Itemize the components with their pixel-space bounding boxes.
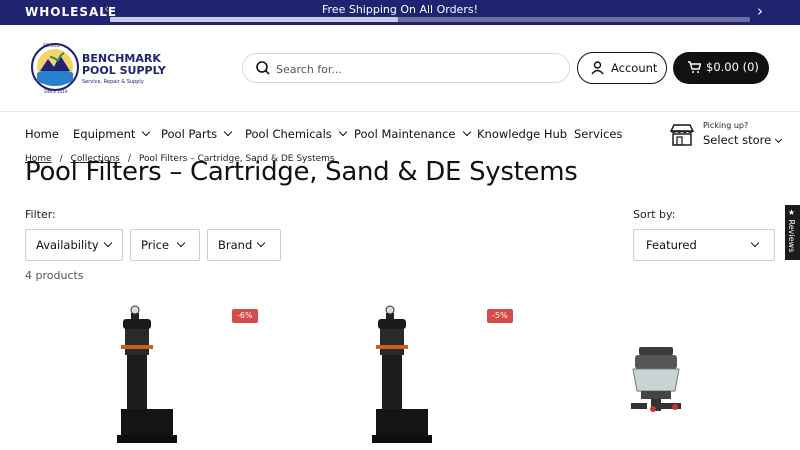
chevron-down-icon <box>142 127 151 137</box>
nav-item-equipment[interactable]: Equipment <box>73 127 151 141</box>
chevron-down-icon <box>750 238 760 248</box>
availability-filter[interactable]: Availability <box>25 229 123 261</box>
announcement-bar: WHOLESALE Free Shipping On All Orders! ‹… <box>0 0 800 25</box>
account-button[interactable]: Account <box>577 52 667 84</box>
reviews-tab[interactable]: ★ Reviews <box>785 205 800 260</box>
product-image[interactable] <box>535 301 775 447</box>
nav-item-pool-parts[interactable]: Pool Parts <box>161 127 233 141</box>
chevron-down-icon <box>223 127 233 137</box>
nav-label: Pool Parts <box>161 127 218 141</box>
nav-label: Knowledge Hub <box>477 127 568 141</box>
nav-label: Equipment <box>73 127 136 141</box>
nav-label: Pool Maintenance <box>354 127 456 141</box>
nav-label: Services <box>574 127 623 141</box>
cart-button[interactable]: $0.00 (0) <box>673 52 769 84</box>
announcement-progress-fill <box>110 17 398 22</box>
chevron-down-icon <box>338 127 348 137</box>
search-bar <box>242 53 570 83</box>
brand-logo[interactable]: BENCHMARK POOL SUPPLY Service, Repair & … <box>30 37 170 99</box>
sort-select[interactable]: Featured <box>633 229 775 261</box>
nav-label: Pool Chemicals <box>245 127 332 141</box>
availability-filter-label: Availability <box>36 238 99 252</box>
sort-label: Sort by: <box>633 208 676 221</box>
site-header: BENCHMARK POOL SUPPLY Service, Repair & … <box>0 25 800 112</box>
main-nav: Home Equipment Pool Parts Pool Chemicals… <box>0 112 800 156</box>
nav-item-home[interactable]: Home <box>25 127 59 141</box>
cart-total: $0.00 (0) <box>706 60 759 74</box>
svg-text:SERVICE: SERVICE <box>43 43 60 48</box>
svg-text:Service, Repair & Supply: Service, Repair & Supply <box>82 79 144 85</box>
store-selector[interactable]: Picking up? Select store <box>669 120 789 150</box>
product-card[interactable]: -6% <box>25 301 265 447</box>
cart-icon <box>688 61 701 73</box>
chevron-down-icon <box>775 135 783 144</box>
announcement-message: Free Shipping On All Orders! <box>322 3 478 16</box>
product-image[interactable] <box>280 301 520 447</box>
store-select-label: Select store <box>703 133 783 147</box>
brand-filter-label: Brand <box>218 238 253 252</box>
product-card[interactable] <box>535 301 775 447</box>
chevron-down-icon <box>462 127 471 137</box>
product-count: 4 products <box>25 269 84 282</box>
brand-filter[interactable]: Brand <box>207 229 281 261</box>
price-filter[interactable]: Price <box>130 229 200 261</box>
nav-item-pool-chemicals[interactable]: Pool Chemicals <box>245 127 348 141</box>
nav-label: Home <box>25 127 59 141</box>
svg-text:POOL SUPPLY: POOL SUPPLY <box>82 64 167 77</box>
announcement-progress <box>110 17 750 22</box>
sort-value: Featured <box>646 238 697 252</box>
svg-text:SINCE 2019: SINCE 2019 <box>44 89 68 94</box>
search-input[interactable] <box>276 59 556 79</box>
product-card[interactable]: -5% <box>280 301 520 447</box>
nav-item-knowledge-hub[interactable]: Knowledge Hub <box>477 127 567 141</box>
announcement-next-icon[interactable]: › <box>757 2 763 20</box>
filter-label: Filter: <box>25 208 56 221</box>
account-label: Account <box>611 61 658 75</box>
user-icon <box>591 61 604 75</box>
nav-item-pool-maintenance[interactable]: Pool Maintenance <box>354 127 471 141</box>
search-icon[interactable] <box>255 60 271 76</box>
nav-item-services[interactable]: Services <box>574 127 623 141</box>
chevron-down-icon <box>103 238 113 248</box>
discount-badge: -5% <box>487 309 513 323</box>
product-image[interactable] <box>25 301 265 447</box>
reviews-tab-label: ★ Reviews <box>787 208 796 253</box>
page-title: Pool Filters – Cartridge, Sand & DE Syst… <box>25 157 578 187</box>
announcement-prev-icon[interactable]: ‹ <box>104 2 109 17</box>
store-select-text: Select store <box>703 133 772 147</box>
chevron-down-icon <box>256 238 266 248</box>
discount-badge: -6% <box>232 309 258 323</box>
chevron-down-icon <box>176 238 186 248</box>
store-icon <box>669 124 695 146</box>
price-filter-label: Price <box>141 238 170 252</box>
store-prompt: Picking up? <box>703 121 749 130</box>
